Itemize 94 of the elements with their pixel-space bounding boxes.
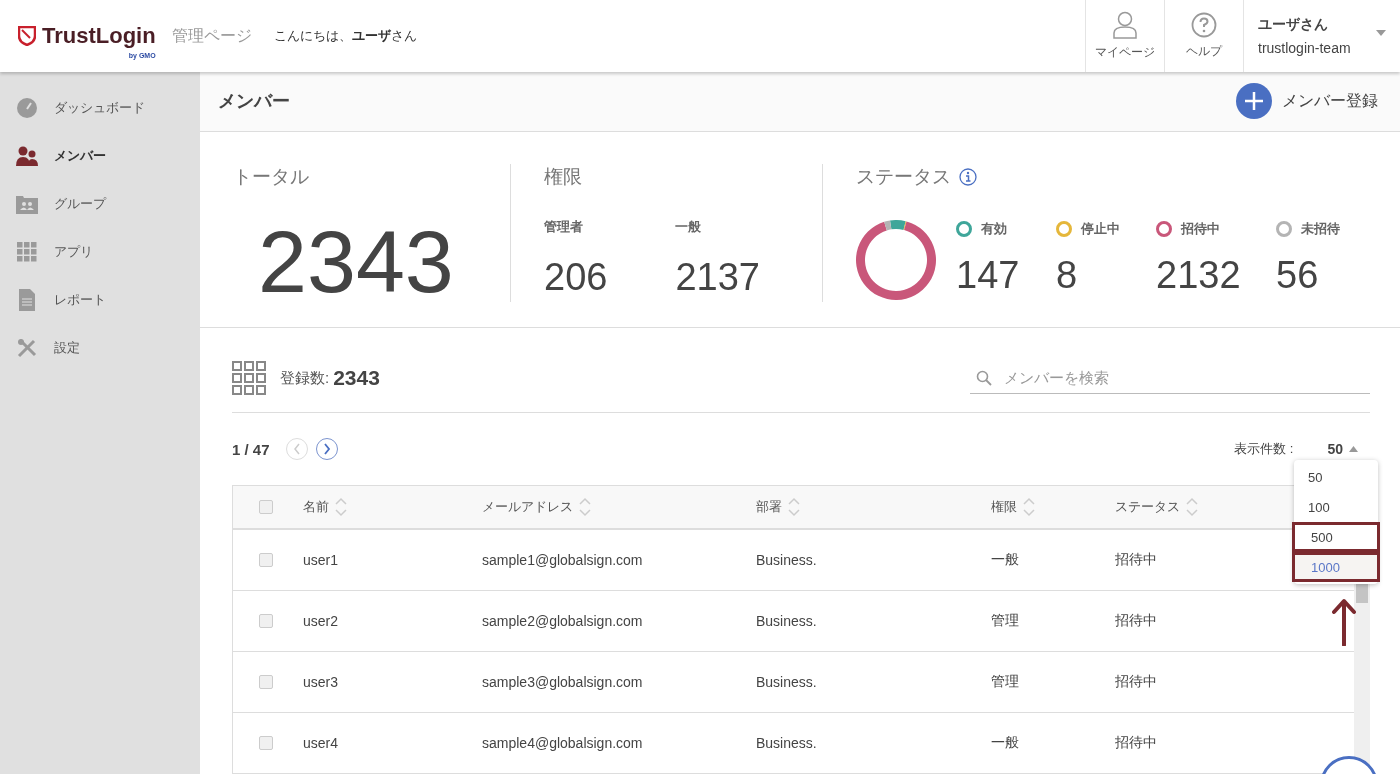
table-cell: user1 — [303, 552, 339, 568]
caret-icon[interactable] — [1376, 30, 1386, 36]
role-count: 2137 — [675, 257, 760, 296]
caret-up-icon[interactable] — [1349, 446, 1358, 452]
info-icon[interactable] — [959, 167, 977, 186]
next-page-button[interactable] — [315, 438, 338, 460]
status-name: 招待中 — [1181, 219, 1220, 238]
sidebar-item[interactable]: グループ — [0, 180, 200, 228]
chevron-right-icon[interactable] — [322, 443, 331, 455]
per-page-option[interactable]: 500 — [1292, 522, 1380, 552]
member-count: 2343 — [333, 366, 380, 390]
chevron-left-icon[interactable] — [292, 443, 301, 455]
per-page-label: 表示件数 : — [1234, 440, 1294, 458]
row-checkbox[interactable] — [259, 614, 273, 628]
page-indicator: 1 / 47 — [232, 440, 270, 458]
table-cell: user2 — [303, 613, 339, 629]
per-page-option[interactable]: 1000 — [1292, 552, 1380, 582]
people-icon — [16, 146, 38, 166]
table-cell: Business. — [756, 735, 817, 751]
grid-icon — [17, 242, 37, 262]
status-name: 停止中 — [1081, 219, 1120, 238]
previous-page-button[interactable] — [285, 438, 308, 460]
logo-text: TrustLogin — [42, 23, 156, 49]
grid-icon — [232, 361, 266, 395]
table-cell: 管理 — [991, 673, 1019, 691]
total-label: トータル — [233, 164, 309, 189]
column-header[interactable]: メールアドレス — [482, 498, 573, 516]
roles-label: 権限 — [544, 164, 582, 189]
column-header[interactable]: ステータス — [1115, 498, 1180, 516]
account-team[interactable]: trustlogin-team — [1258, 40, 1400, 56]
status-label: ステータス — [856, 164, 951, 189]
status-name: 有効 — [981, 219, 1007, 238]
sidebar-item[interactable]: レポート — [0, 276, 200, 324]
table-cell: 招待中 — [1115, 612, 1157, 630]
status-count: 147 — [956, 253, 1020, 296]
row-checkbox[interactable] — [259, 675, 273, 689]
status-name: 未招待 — [1301, 219, 1340, 238]
table-cell: 一般 — [991, 551, 1019, 569]
table-cell: Business. — [756, 552, 817, 568]
greeting-text: こんにちは、ユーザさん — [273, 27, 417, 45]
table-cell: 招待中 — [1115, 673, 1157, 691]
column-header[interactable]: 権限 — [991, 498, 1017, 516]
sidebar-item[interactable]: メンバー — [0, 132, 200, 180]
table-cell: Business. — [756, 613, 817, 629]
sidebar-item[interactable]: ダッシュボード — [0, 84, 200, 132]
column-header[interactable]: 名前 — [303, 498, 329, 516]
gauge-icon — [16, 97, 38, 119]
row-checkbox[interactable] — [259, 553, 273, 567]
per-page-dropdown[interactable]: 50 — [1327, 441, 1358, 457]
tools-icon — [17, 338, 37, 358]
table-cell: sample2@globalsign.com — [482, 613, 643, 629]
table-cell: Business. — [756, 674, 817, 690]
status-count: 8 — [1056, 253, 1078, 296]
per-page-option[interactable]: 100 — [1294, 492, 1378, 522]
search-icon[interactable] — [976, 369, 992, 386]
search-field[interactable]: メンバーを検索 — [1002, 368, 1370, 387]
table-cell: sample4@globalsign.com — [482, 735, 643, 751]
sort-icon[interactable] — [335, 497, 347, 517]
status-count: 56 — [1276, 253, 1319, 296]
sort-icon[interactable] — [1186, 497, 1198, 517]
sort-icon[interactable] — [579, 497, 591, 517]
total-count: 2343 — [258, 217, 455, 306]
table-cell: 招待中 — [1115, 551, 1157, 569]
table-cell: 一般 — [991, 734, 1019, 752]
status-count: 2132 — [1156, 253, 1241, 296]
sidebar-item[interactable]: アプリ — [0, 228, 200, 276]
person-icon[interactable] — [1113, 11, 1137, 39]
help-icon[interactable] — [1191, 12, 1217, 38]
folder-people-icon — [16, 194, 38, 214]
sidebar-item[interactable]: 設定 — [0, 324, 200, 372]
sort-icon[interactable] — [1023, 497, 1035, 517]
table-cell: user3 — [303, 674, 339, 690]
document-icon — [18, 289, 36, 311]
shield-logo-icon — [18, 26, 36, 46]
count-label: 登録数: — [280, 368, 330, 388]
per-page-option[interactable]: 50 — [1294, 462, 1378, 492]
select-all-checkbox[interactable] — [259, 500, 273, 514]
column-header[interactable]: 部署 — [756, 498, 782, 516]
add-member-button[interactable]: メンバー登録 — [1236, 83, 1378, 120]
section-title: 管理ページ — [171, 25, 252, 46]
row-checkbox[interactable] — [259, 736, 273, 750]
plus-icon[interactable] — [1236, 83, 1272, 120]
role-label: 管理者 — [544, 217, 584, 236]
page-title: メンバー — [218, 90, 291, 114]
role-count: 206 — [544, 257, 608, 296]
table-cell: sample1@globalsign.com — [482, 552, 643, 568]
table-cell: 管理 — [991, 612, 1019, 630]
table-cell: 招待中 — [1115, 734, 1157, 752]
table-cell: sample3@globalsign.com — [482, 674, 643, 690]
role-label: 一般 — [675, 217, 703, 236]
table-cell: user4 — [303, 735, 339, 751]
up-arrow-icon — [1331, 598, 1357, 646]
account-name[interactable]: ユーザさん — [1258, 16, 1400, 34]
sort-icon[interactable] — [788, 497, 800, 517]
